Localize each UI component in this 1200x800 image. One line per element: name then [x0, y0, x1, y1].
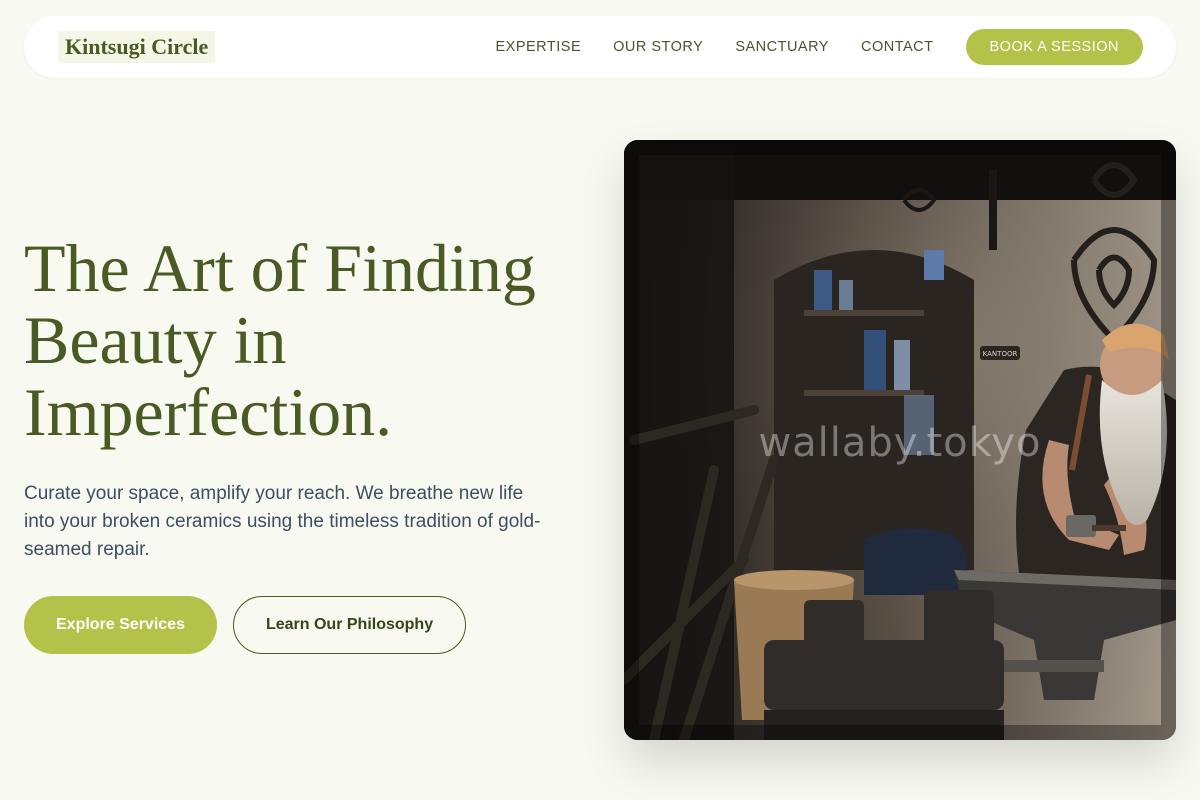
main-nav: EXPERTISE OUR STORY SANCTUARY CONTACT BO…: [496, 29, 1143, 65]
hero-title-line: Imperfection.: [24, 374, 393, 450]
book-session-button[interactable]: BOOK A SESSION: [965, 29, 1143, 65]
wall-sign-text: KANTOOR: [983, 350, 1018, 358]
hero-actions: Explore Services Learn Our Philosophy: [24, 596, 604, 654]
explore-services-button[interactable]: Explore Services: [24, 596, 217, 654]
nav-link-our-story[interactable]: OUR STORY: [613, 39, 703, 55]
hero-photo: KANTOOR wallaby.tokyo: [624, 140, 1176, 740]
hero-subtitle: Curate your space, amplify your reach. W…: [24, 483, 541, 560]
nav-link-expertise[interactable]: EXPERTISE: [496, 39, 582, 55]
hero-title-line: Beauty in: [24, 302, 287, 378]
nav-link-sanctuary[interactable]: SANCTUARY: [735, 39, 829, 55]
image-watermark: wallaby.tokyo: [758, 420, 1042, 466]
nav-link-contact[interactable]: CONTACT: [861, 39, 934, 55]
site-logo[interactable]: Kintsugi Circle: [58, 31, 216, 63]
hero-title-line: The Art of Finding: [24, 230, 536, 306]
top-navbar: Kintsugi Circle EXPERTISE OUR STORY SANC…: [24, 16, 1176, 78]
learn-philosophy-button[interactable]: Learn Our Philosophy: [232, 596, 467, 654]
hero-section: The Art of Finding Beauty in Imperfectio…: [24, 232, 604, 654]
hero-title: The Art of Finding Beauty in Imperfectio…: [24, 232, 604, 448]
